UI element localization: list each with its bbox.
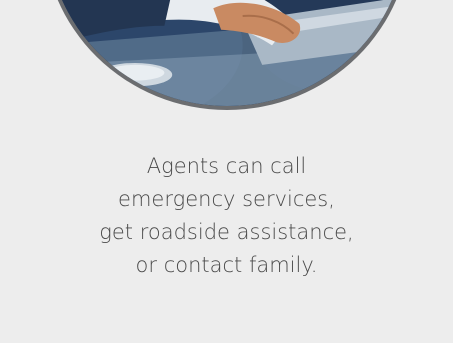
caption-text: Agents can call emergency services, get … xyxy=(0,150,453,282)
office-worker-at-laptop-photo xyxy=(47,0,407,106)
caption-line: or contact family. xyxy=(135,253,318,277)
caption-line: Agents can call xyxy=(146,154,307,178)
agent-photo-circle xyxy=(43,0,411,110)
caption-line: emergency services, xyxy=(118,187,335,211)
caption-line: get roadside assistance, xyxy=(99,220,354,244)
